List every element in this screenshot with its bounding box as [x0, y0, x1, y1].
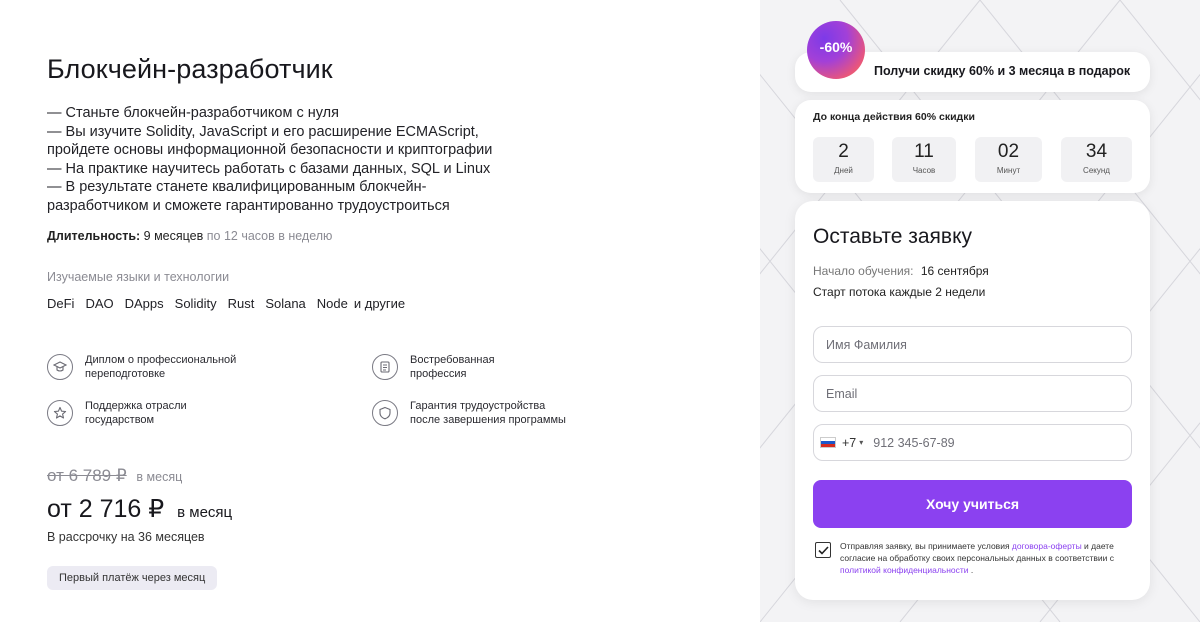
name-field[interactable]: Имя Фамилия — [813, 326, 1132, 363]
feature-diploma: Диплом о профессиональной переподготовке — [47, 353, 275, 381]
countdown-unit: Часов — [912, 166, 936, 175]
tech-item: DeFi — [47, 296, 75, 311]
feature-line: переподготовке — [85, 368, 166, 380]
consent-text-part: Отправляя заявку, вы принимаете условия — [840, 541, 1012, 551]
phone-country-code[interactable]: +7 — [842, 436, 856, 450]
countdown-value: 2 — [838, 141, 849, 162]
tech-item: Solana — [265, 296, 306, 311]
description-line: — Станьте блокчейн-разработчиком с нуля — [47, 105, 339, 121]
form-title: Оставьте заявку — [813, 225, 973, 248]
feature-guarantee: Гарантия трудоустройства после завершени… — [372, 399, 600, 427]
tech-item: и другие — [353, 296, 406, 311]
offer-link[interactable]: договора-оферты — [1012, 541, 1082, 551]
duration-hours: по 12 часов в неделю — [206, 229, 333, 243]
countdown-unit: Секунд — [1083, 166, 1110, 175]
document-list-icon — [372, 354, 398, 380]
graduation-cap-icon — [47, 354, 73, 380]
page-title: Блокчейн-разработчик — [47, 54, 333, 84]
feature-profession: Востребованная профессия — [372, 353, 600, 381]
duration: Длительность: 9 месяцев по 12 часов в не… — [47, 229, 332, 243]
countdown-unit: Минут — [996, 166, 1021, 175]
description-line: — В результате станете квалифицированным… — [47, 179, 427, 195]
russia-flag-icon[interactable] — [820, 437, 836, 448]
email-placeholder: Email — [826, 386, 858, 401]
email-field[interactable]: Email — [813, 375, 1132, 412]
feature-line: профессия — [410, 368, 467, 380]
first-payment-badge: Первый платёж через месяц — [47, 566, 218, 590]
promo-text: Получи скидку 60% и 3 месяца в подарок — [874, 64, 1131, 78]
discount-badge-label: -60% — [819, 39, 853, 55]
duration-value: 9 месяцев — [143, 229, 204, 243]
discount-badge: -60% — [807, 21, 865, 79]
tech-item: Solidity — [174, 296, 217, 311]
countdown-card: До конца действия 60% скидки 2 Дней 11 Ч… — [795, 100, 1150, 193]
countdown-value: 34 — [1085, 141, 1108, 162]
countdown-value: 02 — [997, 141, 1020, 162]
old-price: от 6 789 ₽ в месяц — [47, 466, 182, 486]
start-date: Начало обучения: 16 сентября — [813, 264, 989, 278]
countdown-minutes: 02 Минут — [975, 137, 1042, 182]
old-price-value: от 6 789 ₽ — [47, 466, 127, 485]
description-line: пройдете основы информационной безопасно… — [47, 142, 493, 158]
submit-button[interactable]: Хочу учиться — [813, 480, 1132, 528]
description-line: — Вы изучите Solidity, JavaScript и его … — [47, 123, 479, 140]
new-price-unit: в месяц — [177, 504, 233, 521]
description-line: разработчиком и сможете гарантированно т… — [47, 197, 450, 214]
feature-line: после завершения программы — [410, 414, 566, 426]
consent-checkbox[interactable] — [815, 542, 831, 558]
tech-item: DAO — [85, 296, 114, 311]
course-description: — Станьте блокчейн-разработчиком с нуля … — [47, 104, 517, 215]
checkmark-icon — [817, 545, 829, 555]
tech-item: Rust — [227, 296, 255, 311]
countdown-value: 11 — [914, 141, 934, 162]
feature-line: Поддержка отрасли — [85, 400, 187, 412]
feature-support: Поддержка отрасли государством — [47, 399, 275, 427]
feature-line: Гарантия трудоустройства — [410, 400, 546, 412]
application-form: Оставьте заявку Начало обучения: 16 сент… — [795, 201, 1150, 600]
consent-text: Отправляя заявку, вы принимаете условия … — [840, 540, 1125, 576]
duration-label: Длительность: — [47, 229, 141, 243]
countdown-days: 2 Дней — [813, 137, 874, 182]
consent-text-part: . — [968, 565, 974, 575]
new-price: от 2 716 ₽ в месяц — [47, 494, 232, 524]
tech-item: DApps — [124, 296, 164, 311]
countdown-unit: Дней — [834, 166, 853, 175]
shield-icon — [372, 400, 398, 426]
tech-label: Изучаемые языки и технологии — [47, 270, 230, 284]
countdown-seconds: 34 Секунд — [1061, 137, 1132, 182]
new-price-value: от 2 716 ₽ — [47, 495, 165, 523]
installment-text: В рассрочку на 36 месяцев — [47, 530, 205, 544]
old-price-unit: в месяц — [136, 470, 183, 484]
stream-info: Старт потока каждые 2 недели — [813, 285, 986, 299]
phone-placeholder: 912 345-67-89 — [873, 435, 955, 450]
tech-list: DeFi DAO DApps Solidity Rust Solana Node… — [47, 296, 405, 311]
chevron-down-icon[interactable]: ▾ — [859, 438, 863, 447]
feature-line: Диплом о профессиональной — [85, 354, 237, 366]
privacy-policy-link[interactable]: политикой конфиденциальности — [840, 565, 969, 575]
countdown-hours: 11 Часов — [892, 137, 956, 182]
feature-line: Востребованная — [410, 354, 495, 366]
start-date-value: 16 сентября — [920, 264, 989, 278]
description-line: — На практике научитесь работать с базам… — [47, 160, 491, 177]
countdown-label: До конца действия 60% скидки — [813, 111, 975, 123]
start-date-label: Начало обучения: — [813, 264, 914, 278]
phone-field[interactable]: +7 ▾ 912 345-67-89 — [813, 424, 1132, 461]
star-icon — [47, 400, 73, 426]
tech-item: Node — [316, 296, 348, 311]
name-placeholder: Имя Фамилия — [826, 337, 907, 352]
course-info: Блокчейн-разработчик — Станьте блокчейн-… — [47, 0, 747, 622]
feature-line: государством — [85, 414, 155, 426]
